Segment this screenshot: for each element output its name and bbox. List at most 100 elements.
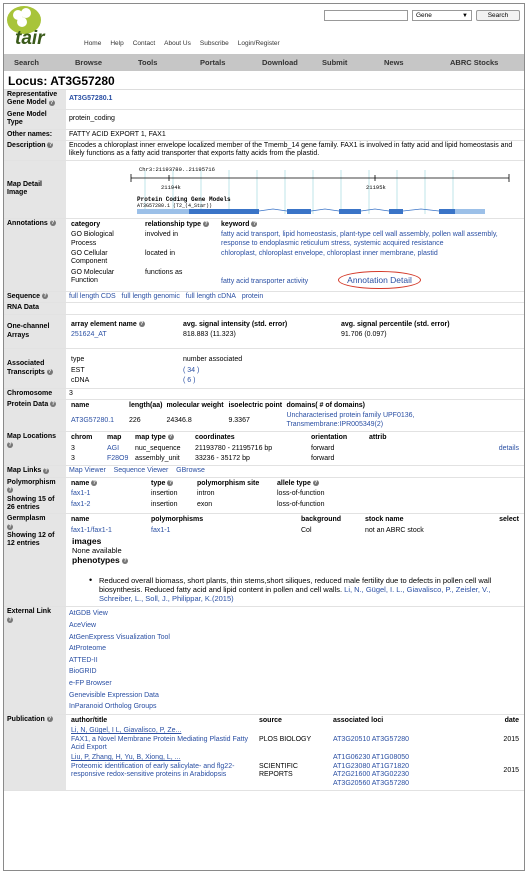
main-nav-portals[interactable]: Portals: [190, 58, 252, 67]
help-icon[interactable]: ?: [122, 558, 129, 565]
gbrowse-link[interactable]: GBrowse: [176, 467, 205, 474]
gene-model-graphic: Chr3:21193780..21195716 21194k 21195k Pr…: [69, 161, 517, 217]
map-detail-image[interactable]: Chr3:21193780..21195716 21194k 21195k Pr…: [69, 161, 521, 217]
associated-loci-links[interactable]: AT1G06230 AT1G08050 AT1G23080 AT1G71820 …: [333, 754, 409, 786]
help-icon[interactable]: ?: [48, 99, 55, 106]
map-detail-label: Map Detail Image: [4, 160, 66, 219]
publication-title-link[interactable]: Proteomic identification of early salicy…: [71, 763, 234, 778]
array-element-link[interactable]: 251624_AT: [71, 331, 107, 338]
go-keyword-link[interactable]: chloroplast, chloroplast envelope, chlor…: [221, 250, 438, 257]
help-icon[interactable]: ?: [47, 142, 54, 149]
help-icon[interactable]: ?: [43, 467, 50, 474]
ext-atgdb-link[interactable]: AtGDB View: [69, 610, 108, 617]
go-keyword-link[interactable]: fatty acid transporter activity: [221, 278, 308, 285]
main-nav-search[interactable]: Search: [4, 58, 65, 67]
nav-home[interactable]: Home: [84, 40, 101, 48]
cdna-count-link[interactable]: ( 6 ): [183, 377, 195, 384]
seq-cds-link[interactable]: full length CDS: [69, 293, 116, 300]
germplasm-link[interactable]: fax1-1/fax1-1: [71, 527, 112, 534]
rep-model-label: Representative Gene Model ?: [4, 90, 66, 110]
ext-efp-link[interactable]: e-FP Browser: [69, 680, 112, 687]
at-header-number: number associated: [183, 356, 243, 364]
help-icon[interactable]: ?: [202, 220, 209, 227]
logo-text: tair: [15, 28, 45, 49]
publication-authors-link[interactable]: Liu, P, Zhang, H, Yu, B, Xiong, L, ...: [71, 754, 180, 761]
annotation-detail-link[interactable]: Annotation Detail: [338, 270, 421, 289]
details-link[interactable]: details: [499, 445, 519, 452]
chromosome-label: Chromosome: [4, 388, 66, 401]
help-icon[interactable]: ?: [42, 293, 49, 300]
sequence-label: Sequence ?: [4, 291, 66, 304]
help-icon[interactable]: ?: [312, 479, 319, 486]
map-coord-label: Chr3:21193780..21195716: [139, 166, 215, 173]
top-nav: Home Help Contact About Us Subscribe Log…: [84, 40, 280, 48]
nav-about[interactable]: About Us: [164, 40, 191, 48]
germplasm-count: Showing 12 of 12 entries: [7, 532, 55, 548]
main-nav-abrc[interactable]: ABRC Stocks: [440, 58, 498, 67]
locus-info-table: Representative Gene Model ? AT3G57280.1 …: [4, 90, 524, 791]
map-link[interactable]: AGI: [107, 445, 119, 452]
nav-subscribe[interactable]: Subscribe: [200, 40, 229, 48]
publication-title-link[interactable]: FAX1, a Novel Membrane Protein Mediating…: [71, 736, 248, 751]
help-icon[interactable]: ?: [167, 434, 174, 441]
help-icon[interactable]: ?: [50, 401, 57, 408]
ext-atgenexpress-link[interactable]: AtGenExpress Visualization Tool: [69, 634, 170, 641]
seq-cdna-link[interactable]: full length cDNA: [186, 293, 236, 300]
go-keyword-link[interactable]: fatty acid transport, lipid homeostasis,…: [221, 231, 498, 246]
nav-help[interactable]: Help: [110, 40, 123, 48]
ann-header-category: category: [71, 220, 101, 228]
germplasm-table: name polymorphisms background stock name…: [69, 515, 521, 536]
rep-model-link[interactable]: AT3G57280.1: [69, 95, 112, 102]
assoc-transcripts-label: Associated Transcripts ?: [4, 348, 66, 389]
help-icon[interactable]: ?: [138, 320, 145, 327]
help-icon[interactable]: ?: [7, 523, 13, 530]
domain-link[interactable]: Uncharacterised protein family UPF0136,: [286, 412, 414, 419]
map-links-label: Map Links ?: [4, 465, 66, 478]
est-count-link[interactable]: ( 34 ): [183, 367, 199, 374]
help-icon[interactable]: ?: [251, 220, 258, 227]
polymorphism-row: fax1-2 insertion exon loss-of-function: [71, 500, 325, 508]
main-nav-tools[interactable]: Tools: [128, 58, 190, 67]
search-input[interactable]: [324, 10, 408, 21]
help-icon[interactable]: ?: [7, 487, 13, 494]
polymorphism-link[interactable]: fax1-1: [71, 490, 90, 497]
seq-genomic-link[interactable]: full length genomic: [122, 293, 180, 300]
publication-authors-link[interactable]: Li, N, Gügel, I L, Giavalisco, P, Ze...: [71, 727, 181, 734]
help-icon[interactable]: ?: [167, 479, 174, 486]
map-link[interactable]: F28O9: [107, 455, 128, 462]
help-icon[interactable]: ?: [7, 617, 13, 623]
ext-genevisible-link[interactable]: Genevisible Expression Data: [69, 692, 159, 699]
main-nav-download[interactable]: Download: [252, 58, 312, 67]
help-icon[interactable]: ?: [46, 715, 53, 722]
associated-loci-links[interactable]: AT3G20510 AT3G57280: [333, 736, 409, 743]
polymorphism-row: fax1-1 insertion intron loss-of-function: [71, 490, 325, 498]
ext-inparanoid-link[interactable]: InParanoid Ortholog Groups: [69, 703, 157, 710]
domain-link[interactable]: Transmembrane:IPR005349(2): [286, 421, 383, 428]
main-nav-submit[interactable]: Submit: [312, 58, 374, 67]
map-viewer-link[interactable]: Map Viewer: [69, 467, 106, 474]
polymorphism-link[interactable]: fax1-2: [71, 501, 90, 508]
germplasm-polymorphism-link[interactable]: fax1-1: [151, 527, 170, 534]
ext-atted-link[interactable]: ATTED-II: [69, 657, 98, 664]
ext-aceview-link[interactable]: AceView: [69, 622, 96, 629]
protein-link[interactable]: AT3G57280.1: [71, 417, 114, 424]
main-nav-browse[interactable]: Browse: [65, 58, 128, 67]
help-icon[interactable]: ?: [91, 479, 98, 486]
help-icon[interactable]: ?: [49, 219, 56, 226]
main-nav-news[interactable]: News: [374, 58, 440, 67]
ext-atproteome-link[interactable]: AtProteome: [69, 645, 106, 652]
sequence-viewer-link[interactable]: Sequence Viewer: [114, 467, 169, 474]
search-type-select[interactable]: Gene ▼: [412, 10, 472, 21]
seq-protein-link[interactable]: protein: [242, 293, 263, 300]
annotation-row: GO Biological Process involved in fatty …: [71, 231, 498, 247]
help-icon[interactable]: ?: [7, 441, 13, 448]
nav-contact[interactable]: Contact: [133, 40, 155, 48]
avg-percentile-value: 91.706 (0.097): [341, 331, 387, 339]
search-button[interactable]: Search: [476, 10, 520, 21]
nav-login[interactable]: Login/Register: [238, 40, 280, 48]
tair-logo[interactable]: tair: [7, 6, 53, 52]
help-icon[interactable]: ?: [46, 368, 53, 375]
ext-biogrid-link[interactable]: BioGRID: [69, 668, 97, 675]
publication-row: Liu, P, Zhang, H, Yu, B, Xiong, L, ... Pr…: [71, 754, 519, 787]
map-locations-label: Map Locations ?: [4, 431, 66, 467]
